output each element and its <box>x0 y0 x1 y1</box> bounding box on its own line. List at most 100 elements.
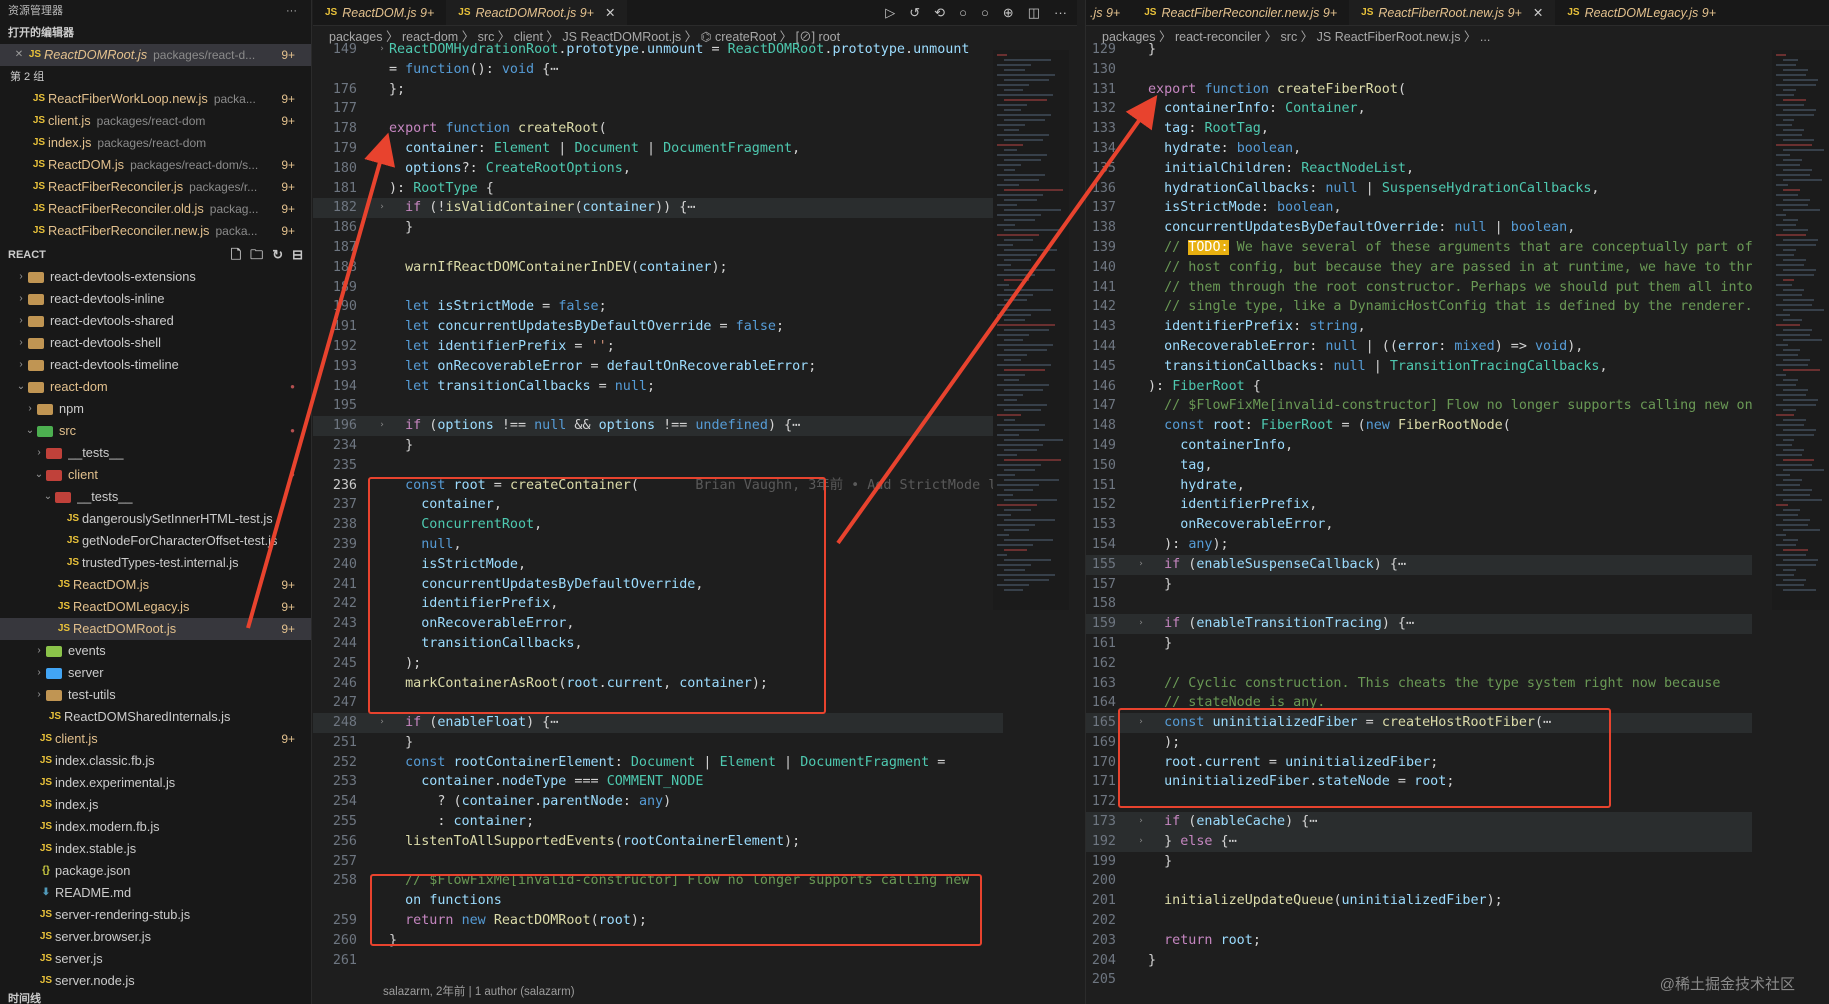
code-line[interactable]: 158 <box>1086 594 1752 614</box>
previous-change-icon[interactable]: ○ <box>959 5 967 21</box>
open-editor-item[interactable]: JS ReactFiberReconciler.old.js packag... 9+ <box>0 198 311 220</box>
code-line[interactable]: 179 container: Element | Document | Docu… <box>313 139 1003 159</box>
fold-chevron-icon[interactable]: › <box>1134 832 1148 852</box>
code-line[interactable]: 149 containerInfo, <box>1086 436 1752 456</box>
project-section[interactable]: REACT 🗋 🗀 ↻ ⊟ <box>0 244 311 266</box>
code-line[interactable]: 191 let concurrentUpdatesByDefaultOverri… <box>313 317 1003 337</box>
code-line[interactable]: 140 // host config, but because they are… <box>1086 258 1752 278</box>
tab-reactdomlegacy[interactable]: JS ReactDOMLegacy.js 9+ <box>1555 0 1728 25</box>
code-line[interactable]: 146): FiberRoot { <box>1086 377 1752 397</box>
fold-chevron-icon[interactable]: › <box>375 416 389 436</box>
code-line[interactable]: 162 <box>1086 654 1752 674</box>
folder-item[interactable]: › server <box>0 662 311 684</box>
code-line[interactable]: 178 export function createRoot( <box>313 119 1003 139</box>
code-line[interactable]: 194 let transitionCallbacks = null; <box>313 377 1003 397</box>
code-line[interactable]: 133 tag: RootTag, <box>1086 119 1752 139</box>
file-item[interactable]: JS ReactDOMLegacy.js 9+ <box>0 596 311 618</box>
code-line[interactable]: 199 } <box>1086 852 1752 872</box>
file-item[interactable]: ⬇ README.md <box>0 882 311 904</box>
code-line[interactable]: 261 <box>313 951 1003 971</box>
file-item[interactable]: JS index.js <box>0 794 311 816</box>
file-item[interactable]: JS client.js 9+ <box>0 728 311 750</box>
code-line[interactable]: 173 › if (enableCache) {⋯ <box>1086 812 1752 832</box>
folder-item[interactable]: › react-devtools-inline <box>0 288 311 310</box>
open-editor-item[interactable]: JS ReactFiberReconciler.new.js packa... 9+ <box>0 220 311 242</box>
code-line[interactable]: 188 warnIfReactDOMContainerInDEV(contain… <box>313 258 1003 278</box>
file-item[interactable]: JS ReactDOM.js 9+ <box>0 574 311 596</box>
file-item[interactable]: JS getNodeForCharacterOffset-test.js <box>0 530 311 552</box>
fold-chevron-icon[interactable]: › <box>1134 812 1148 832</box>
timeline-icon[interactable]: ⊕ <box>1003 5 1014 21</box>
open-editor-item[interactable]: JS client.js packages/react-dom 9+ <box>0 110 311 132</box>
code-line[interactable]: 180 options?: CreateRootOptions, <box>313 159 1003 179</box>
code-line[interactable]: 205 <box>1086 970 1752 990</box>
open-editor-item[interactable]: ✕ JS ReactDOMRoot.js packages/react-d... 9+ <box>0 44 311 66</box>
file-item[interactable]: JS ReactDOMRoot.js 9+ <box>0 618 311 640</box>
folder-item[interactable]: › npm <box>0 398 311 420</box>
code-line[interactable]: 253 container.nodeType === COMMENT_NODE <box>313 772 1003 792</box>
file-item[interactable]: JS index.stable.js <box>0 838 311 860</box>
tab-truncated[interactable]: .js 9+ <box>1086 0 1132 25</box>
new-folder-icon[interactable]: 🗀 <box>250 244 263 266</box>
code-line[interactable]: 181): RootType { <box>313 179 1003 199</box>
code-line[interactable]: 257 <box>313 852 1003 872</box>
code-line[interactable]: = function(): void {⋯ <box>313 60 1003 80</box>
file-item[interactable]: JS server.node.js <box>0 970 311 992</box>
code-line[interactable]: 155 › if (enableSuspenseCallback) {⋯ <box>1086 554 1752 575</box>
code-line[interactable]: 148 const root: FiberRoot = (new FiberRo… <box>1086 416 1752 436</box>
file-item[interactable]: {} package.json <box>0 860 311 882</box>
run-icon[interactable]: ▷ <box>885 5 895 21</box>
code-line[interactable]: 189 <box>313 278 1003 298</box>
tab-reactfiberreconciler-new[interactable]: JS ReactFiberReconciler.new.js 9+ <box>1132 0 1349 25</box>
code-line[interactable]: 186 } <box>313 218 1003 238</box>
code-line[interactable]: 143 identifierPrefix: string, <box>1086 317 1752 337</box>
code-line[interactable]: 141 // them through the root constructor… <box>1086 278 1752 298</box>
code-line[interactable]: 201 initializeUpdateQueue(uninitializedF… <box>1086 891 1752 911</box>
new-file-icon[interactable]: 🗋 <box>231 244 241 266</box>
code-line[interactable]: 192 › } else {⋯ <box>1086 831 1752 852</box>
code-line[interactable]: 187 <box>313 238 1003 258</box>
collapse-all-icon[interactable]: ⊟ <box>292 244 303 266</box>
open-editors-section[interactable]: 打开的编辑器 <box>0 22 311 44</box>
folder-item[interactable]: › react-devtools-shell <box>0 332 311 354</box>
code-line[interactable]: 251 } <box>313 733 1003 753</box>
code-line[interactable]: 134 hydrate: boolean, <box>1086 139 1752 159</box>
code-line[interactable]: 254 ? (container.parentNode: any) <box>313 792 1003 812</box>
file-item[interactable]: JS server-rendering-stub.js <box>0 904 311 926</box>
tab-reactdom[interactable]: JS ReactDOM.js 9+ <box>313 0 446 25</box>
code-line[interactable]: 252 const rootContainerElement: Document… <box>313 753 1003 773</box>
folder-item[interactable]: ⌄ __tests__ <box>0 486 311 508</box>
code-line[interactable]: 192 let identifierPrefix = ''; <box>313 337 1003 357</box>
open-editor-item[interactable]: JS index.js packages/react-dom <box>0 132 311 154</box>
file-item[interactable]: JS server.browser.js <box>0 926 311 948</box>
fold-chevron-icon[interactable]: › <box>1134 555 1148 575</box>
code-line[interactable]: 145 transitionCallbacks: null | Transiti… <box>1086 357 1752 377</box>
folder-item[interactable]: ⌄ react-dom ● <box>0 376 311 398</box>
folder-item[interactable]: › events <box>0 640 311 662</box>
code-line[interactable]: 153 onRecoverableError, <box>1086 515 1752 535</box>
code-line[interactable]: 132 containerInfo: Container, <box>1086 99 1752 119</box>
folder-item[interactable]: › react-devtools-timeline <box>0 354 311 376</box>
code-line[interactable]: 139 // TODO: We have several of these ar… <box>1086 238 1752 258</box>
fold-chevron-icon[interactable]: › <box>375 40 389 60</box>
file-item[interactable]: JS dangerouslySetInnerHTML-test.js <box>0 508 311 530</box>
code-line[interactable]: 234 } <box>313 436 1003 456</box>
code-line[interactable]: 152 identifierPrefix, <box>1086 495 1752 515</box>
revert-icon[interactable]: ⟲ <box>934 5 945 21</box>
code-line[interactable]: 202 <box>1086 911 1752 931</box>
code-line[interactable]: 144 onRecoverableError: null | ((error: … <box>1086 337 1752 357</box>
code-line[interactable]: 129} <box>1086 40 1752 60</box>
tab-reactfiberroot-new[interactable]: JS ReactFiberRoot.new.js 9+ ✕ <box>1349 0 1556 25</box>
split-editor-icon[interactable]: ◫ <box>1028 5 1040 21</box>
left-minimap[interactable] <box>993 50 1069 610</box>
code-line[interactable]: 255 : container; <box>313 812 1003 832</box>
file-item[interactable]: JS index.experimental.js <box>0 772 311 794</box>
open-editor-item[interactable]: JS ReactFiberReconciler.js packages/r... 9+ <box>0 176 311 198</box>
file-item[interactable]: JS index.modern.fb.js <box>0 816 311 838</box>
file-item[interactable]: JS trustedTypes-test.internal.js <box>0 552 311 574</box>
folder-item[interactable]: › react-devtools-shared <box>0 310 311 332</box>
folder-item[interactable]: ⌄ client ● <box>0 464 311 486</box>
more-actions-icon[interactable]: ··· <box>1054 5 1067 21</box>
fold-chevron-icon[interactable]: › <box>375 713 389 733</box>
code-line[interactable]: 204} <box>1086 951 1752 971</box>
